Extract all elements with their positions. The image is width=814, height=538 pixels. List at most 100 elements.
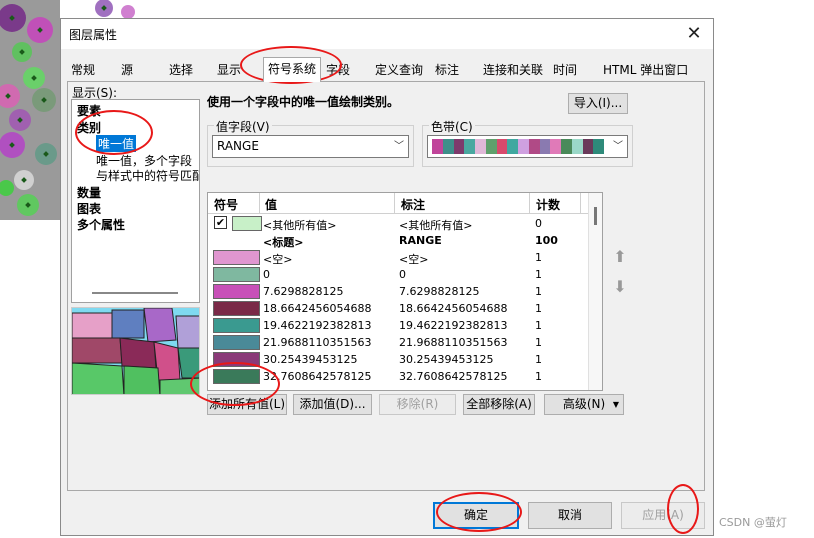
tree-categories[interactable]: 类别 bbox=[77, 119, 101, 136]
color-ramp-swatch bbox=[528, 139, 540, 154]
tab-display[interactable]: 显示 bbox=[213, 59, 245, 81]
tab-labels[interactable]: 标注 bbox=[431, 59, 463, 81]
close-icon[interactable]: ✕ bbox=[681, 21, 707, 47]
color-ramp-swatch bbox=[571, 139, 583, 154]
cell-label: 30.25439453125 bbox=[399, 353, 494, 366]
color-ramp-swatch bbox=[464, 139, 476, 154]
header-label[interactable]: 标注 bbox=[401, 196, 425, 213]
column-divider bbox=[580, 193, 581, 214]
cell-label: 19.4622192382813 bbox=[399, 319, 508, 332]
cell-count: 1 bbox=[535, 319, 542, 332]
cell-value: 21.9688110351563 bbox=[263, 336, 372, 349]
tree-multiple-attributes[interactable]: 多个属性 bbox=[77, 216, 125, 233]
title-bar: 图层属性 ✕ bbox=[61, 19, 713, 49]
table-row[interactable]: 32.7608642578125 32.7608642578125 1 bbox=[208, 368, 588, 385]
tab-joins[interactable]: 连接和关联 bbox=[479, 59, 547, 81]
symbol-swatch[interactable] bbox=[213, 352, 260, 367]
table-row[interactable]: 21.9688110351563 21.9688110351563 1 bbox=[208, 334, 588, 351]
color-ramp-swatch bbox=[453, 139, 465, 154]
cell-value: <其他所有值> bbox=[263, 219, 337, 232]
table-header: 符号 值 标注 计数 bbox=[208, 193, 602, 214]
symbol-swatch[interactable] bbox=[213, 267, 260, 282]
tab-selection[interactable]: 选择 bbox=[165, 59, 197, 81]
advanced-label: 高级(N) bbox=[562, 397, 606, 411]
caret-down-icon: ▼ bbox=[612, 400, 619, 409]
header-value[interactable]: 值 bbox=[265, 196, 277, 213]
cell-count: 1 bbox=[535, 336, 542, 349]
symbol-swatch[interactable] bbox=[213, 335, 260, 350]
tree-match-style[interactable]: 与样式中的符号匹配 bbox=[96, 167, 199, 184]
tree-features[interactable]: 要素 bbox=[77, 102, 101, 119]
cell-value: 0 bbox=[263, 268, 270, 281]
color-ramp-swatch bbox=[496, 139, 508, 154]
show-tree: 要素 类别 唯一值 唯一值，多个字段 与样式中的符号匹配 数量 图表 多个属性 bbox=[71, 99, 200, 303]
preview-map-graphic bbox=[72, 308, 199, 394]
symbology-panel: 显示(S): 要素 类别 唯一值 唯一值，多个字段 与样式中的符号匹配 数量 图… bbox=[67, 81, 705, 491]
color-ramp-swatch bbox=[582, 139, 594, 154]
ok-button[interactable]: 确定 bbox=[433, 502, 519, 529]
table-scrollbar[interactable] bbox=[588, 193, 602, 390]
tab-general[interactable]: 常规 bbox=[67, 59, 99, 81]
import-button[interactable]: 导入(I)... bbox=[568, 93, 628, 114]
cell-count: 100 bbox=[535, 234, 558, 247]
value-field-select[interactable]: RANGE ﹀ bbox=[212, 135, 409, 158]
remove-all-button[interactable]: 全部移除(A) bbox=[463, 394, 535, 415]
tab-definition-query[interactable]: 定义查询 bbox=[371, 59, 427, 81]
table-row[interactable]: 0 0 1 bbox=[208, 266, 588, 283]
table-row[interactable]: 18.6642456054688 18.6642456054688 1 bbox=[208, 300, 588, 317]
tree-unique-value[interactable]: 唯一值 bbox=[96, 135, 137, 152]
move-up-icon[interactable]: ⬆ bbox=[610, 247, 630, 267]
table-row[interactable]: ✔ <其他所有值> <其他所有值> 0 bbox=[208, 215, 588, 232]
table-row[interactable]: <标题> RANGE 100 bbox=[208, 232, 588, 249]
cancel-button[interactable]: 取消 bbox=[528, 502, 612, 529]
symbol-swatch[interactable] bbox=[213, 250, 260, 265]
table-row[interactable]: 7.6298828125 7.6298828125 1 bbox=[208, 283, 588, 300]
color-ramp-swatch bbox=[485, 139, 497, 154]
cell-value: 19.4622192382813 bbox=[263, 319, 372, 332]
tab-source[interactable]: 源 bbox=[117, 59, 137, 81]
header-symbol[interactable]: 符号 bbox=[214, 196, 238, 213]
cell-value: 32.7608642578125 bbox=[263, 370, 372, 383]
cell-count: 1 bbox=[535, 251, 542, 264]
cell-value: 7.6298828125 bbox=[263, 285, 344, 298]
cell-count: 0 bbox=[535, 217, 542, 230]
apply-button[interactable]: 应用(A) bbox=[621, 502, 705, 529]
scrollbar-thumb[interactable] bbox=[594, 207, 597, 225]
tab-html-popup[interactable]: HTML 弹出窗口 bbox=[599, 59, 692, 81]
move-down-icon[interactable]: ⬇ bbox=[610, 277, 630, 297]
cell-value: 18.6642456054688 bbox=[263, 302, 372, 315]
symbol-swatch[interactable] bbox=[213, 369, 260, 384]
color-ramp-swatch bbox=[518, 139, 529, 154]
tree-quantities[interactable]: 数量 bbox=[77, 184, 101, 201]
symbol-swatch[interactable] bbox=[213, 284, 260, 299]
cell-label: 18.6642456054688 bbox=[399, 302, 508, 315]
symbology-preview-map bbox=[71, 307, 200, 395]
advanced-button[interactable]: 高级(N) ▼ bbox=[544, 394, 624, 415]
symbol-swatch[interactable] bbox=[232, 216, 262, 231]
table-row[interactable]: 30.25439453125 30.25439453125 1 bbox=[208, 351, 588, 368]
tree-charts[interactable]: 图表 bbox=[77, 200, 101, 217]
cell-label: 21.9688110351563 bbox=[399, 336, 508, 349]
color-ramp-group: 色带(C) ﹀ bbox=[422, 118, 633, 167]
symbol-swatch[interactable] bbox=[213, 301, 260, 316]
value-field-group: 值字段(V) RANGE ﹀ bbox=[207, 118, 414, 167]
tab-symbology[interactable]: 符号系统 bbox=[263, 57, 322, 82]
symbology-heading: 使用一个字段中的唯一值绘制类别。 bbox=[207, 95, 400, 109]
column-divider bbox=[529, 193, 530, 214]
symbol-swatch[interactable] bbox=[213, 318, 260, 333]
checkbox[interactable]: ✔ bbox=[214, 216, 227, 229]
value-field-label: 值字段(V) bbox=[214, 118, 272, 135]
tree-scrollbar[interactable] bbox=[92, 292, 178, 294]
watermark: CSDN @萤灯 bbox=[719, 516, 787, 529]
add-values-button[interactable]: 添加值(D)... bbox=[293, 394, 372, 415]
tab-fields[interactable]: 字段 bbox=[322, 59, 354, 81]
table-row[interactable]: <空> <空> 1 bbox=[208, 249, 588, 266]
tab-time[interactable]: 时间 bbox=[549, 59, 581, 81]
table-row[interactable]: 19.4622192382813 19.4622192382813 1 bbox=[208, 317, 588, 334]
color-ramp-select[interactable]: ﹀ bbox=[427, 135, 628, 158]
header-count[interactable]: 计数 bbox=[536, 196, 560, 213]
value-field-value: RANGE bbox=[217, 139, 259, 153]
add-all-values-button[interactable]: 添加所有值(L) bbox=[207, 394, 287, 415]
unique-values-table: 符号 值 标注 计数 ✔ <其他所有值> <其他所有值> 0 <标题> RANGE 100 <… bbox=[207, 192, 603, 391]
remove-button[interactable]: 移除(R) bbox=[379, 394, 456, 415]
